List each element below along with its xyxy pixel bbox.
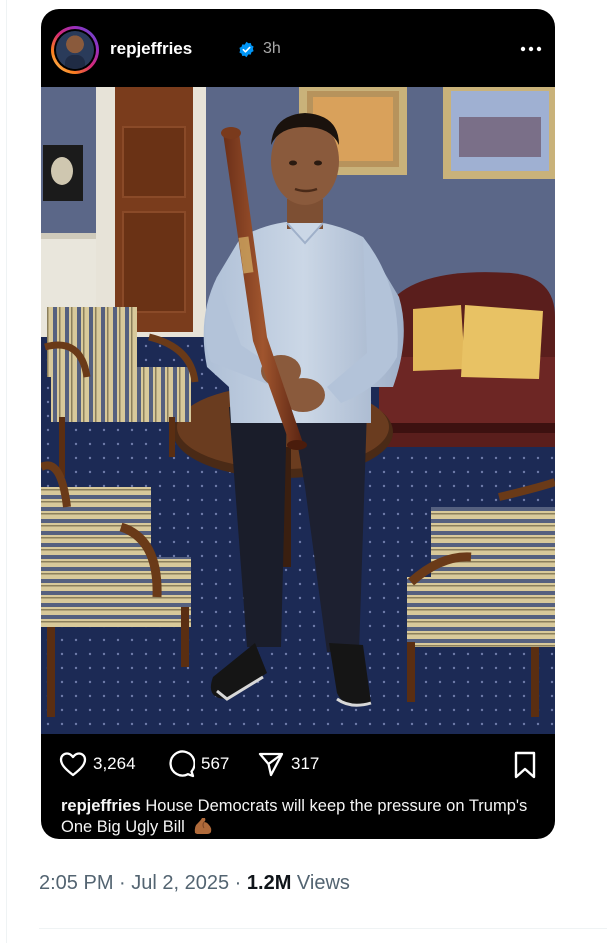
meta-separator: ·	[229, 872, 247, 894]
share-button[interactable]: 317	[257, 747, 319, 781]
tweet-time[interactable]: 2:05 PM	[39, 872, 113, 894]
post-actions-bar: 3,264 567 317	[41, 747, 555, 787]
views-label: Views	[291, 872, 350, 894]
heart-icon	[59, 752, 87, 777]
verified-badge-icon	[239, 41, 254, 58]
post-header: repjeffries 3h	[41, 9, 555, 87]
caption-username[interactable]: repjeffries	[61, 797, 141, 815]
tweet-container: repjeffries 3h 3,264 567 317 repjeffries…	[6, 0, 607, 943]
instagram-post-embed[interactable]: repjeffries 3h 3,264 567 317 repjeffries…	[41, 9, 555, 839]
post-timestamp: 3h	[263, 40, 281, 57]
tweet-date[interactable]: Jul 2, 2025	[131, 872, 229, 894]
send-icon	[258, 752, 284, 777]
share-count: 317	[291, 754, 320, 773]
avatar[interactable]	[51, 26, 99, 74]
post-username[interactable]: repjeffries	[110, 39, 192, 59]
post-photo[interactable]	[41, 87, 555, 734]
comment-icon	[169, 750, 195, 778]
meta-separator: ·	[113, 872, 132, 894]
bookmark-icon[interactable]	[513, 751, 537, 779]
views-count: 1.2M	[246, 872, 292, 894]
more-horizontal-icon[interactable]	[519, 45, 543, 53]
flexed-biceps-icon	[195, 818, 212, 834]
tweet-metadata: 2:05 PM · Jul 2, 2025 · 1.2M Views	[39, 872, 350, 895]
comment-count: 567	[201, 754, 230, 773]
like-count: 3,264	[93, 754, 136, 773]
post-caption: repjeffries House Democrats will keep th…	[61, 796, 546, 838]
like-button[interactable]: 3,264	[59, 747, 136, 781]
comment-button[interactable]: 567	[167, 747, 229, 781]
divider	[39, 928, 607, 929]
